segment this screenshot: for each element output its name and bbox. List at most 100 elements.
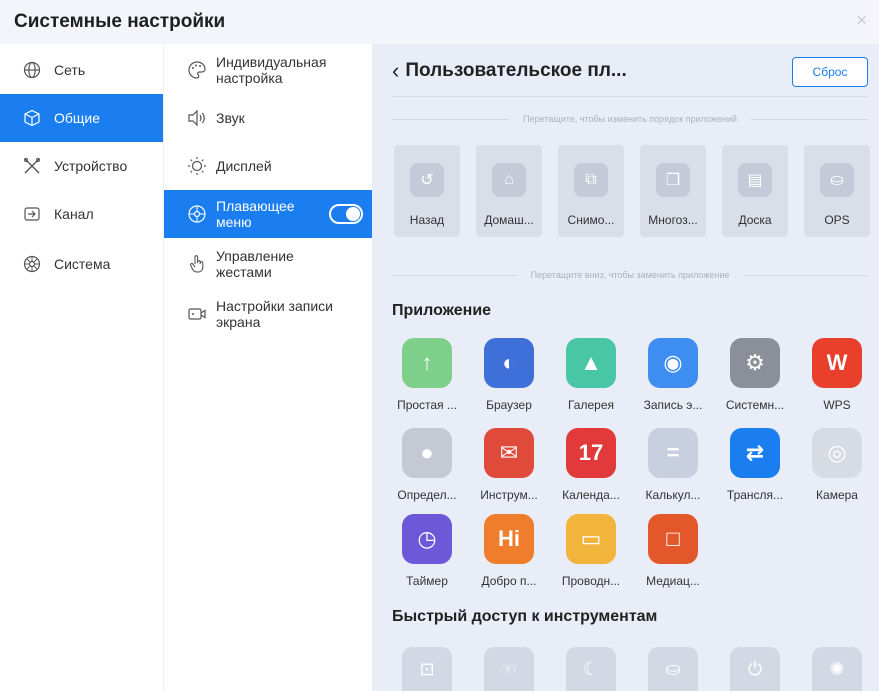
nav2-item-screen-record[interactable]: Настройки записи экрана: [164, 290, 373, 338]
app-tile[interactable]: ↑ Простая ...: [386, 338, 468, 424]
nav-item-label: Общие: [54, 110, 101, 126]
flower-icon: [22, 254, 42, 274]
touch-tool-icon[interactable]: ☜: [484, 647, 534, 691]
app-tile[interactable]: ◎ Камера: [796, 428, 878, 514]
calendar-icon: 17: [566, 428, 616, 478]
app-label: Запись э...: [643, 398, 703, 412]
back-icon: ↺: [410, 163, 444, 197]
app-tile[interactable]: Hi Добро п...: [468, 514, 550, 600]
input-icon: [22, 204, 42, 224]
app-tile[interactable]: ▭ Проводн...: [550, 514, 632, 600]
app-tile[interactable]: ✉ Инструм...: [468, 428, 550, 514]
ops-tool-icon[interactable]: ⛀: [648, 647, 698, 691]
menu-slot-label: Доска: [738, 213, 772, 227]
board-icon: ▤: [738, 163, 772, 197]
close-icon[interactable]: ×: [856, 10, 867, 31]
gallery-icon: ▲: [566, 338, 616, 388]
browser-icon: ◐: [484, 338, 534, 388]
app-label: Галерея: [567, 398, 615, 412]
app-label: Камера: [816, 488, 858, 502]
wps-icon: W: [812, 338, 862, 388]
nav2-item-label: Плавающее меню: [216, 198, 295, 230]
app-label: Добро п...: [481, 574, 537, 588]
menu-slot[interactable]: ⌂ Домаш...: [476, 145, 542, 237]
app-tile[interactable]: ⇄ Трансля...: [714, 428, 796, 514]
menu-slot-label: Снимо...: [567, 213, 615, 227]
menu-slot[interactable]: ⧉ Снимо...: [558, 145, 624, 237]
crop-icon: ⧉: [574, 163, 608, 197]
nav2-item-gestures[interactable]: Управление жестами: [164, 240, 373, 288]
title-bar: Системные настройки ×: [0, 0, 879, 44]
app-tile[interactable]: W WPS: [796, 338, 878, 424]
hand-icon: [186, 253, 208, 275]
menu-slot[interactable]: ⛀ OPS: [804, 145, 870, 237]
nav-item-label: Система: [54, 256, 111, 272]
home-icon: ⌂: [492, 163, 526, 197]
menu-slot[interactable]: ↺ Назад: [394, 145, 460, 237]
reset-button[interactable]: Сброс: [792, 57, 868, 87]
media-icon: □: [648, 514, 698, 564]
sun-icon: [186, 155, 208, 177]
app-tile[interactable]: ◐ Браузер: [468, 338, 550, 424]
nav2-item-sound[interactable]: Звук: [164, 94, 373, 142]
replace-hint-text: Перетащите вниз, чтобы заменить приложен…: [530, 270, 730, 280]
app-label: Проводн...: [561, 574, 621, 588]
apps-section-title: Приложение: [392, 302, 492, 319]
app-label: WPS: [823, 398, 851, 412]
nav2-item-label: Управление жестами: [216, 248, 294, 280]
app-tile[interactable]: ● Определ...: [386, 428, 468, 514]
cast-icon: ⇄: [730, 428, 780, 478]
simple-app-icon: ↑: [402, 338, 452, 388]
app-tile[interactable]: ◷ Таймер: [386, 514, 468, 600]
app-tile[interactable]: = Калькул...: [632, 428, 714, 514]
calculator-icon: =: [648, 428, 698, 478]
nav2-item-label: Звук: [216, 110, 245, 126]
back-button[interactable]: ‹ Пользовательское пл...: [392, 58, 627, 84]
speaker-icon: [186, 107, 208, 129]
timer-icon: ◷: [402, 514, 452, 564]
app-label: Простая ...: [397, 398, 457, 412]
power-tool-icon[interactable]: ⏻: [730, 647, 780, 691]
menu-slot-label: OPS: [824, 213, 850, 227]
eye-care-tool-icon[interactable]: ☾: [566, 647, 616, 691]
nav-item-general[interactable]: Общие: [0, 94, 163, 142]
screen-record-icon: ◉: [648, 338, 698, 388]
nav2-item-floating-menu[interactable]: Плавающее меню: [164, 190, 373, 238]
float-menu-icon: [186, 203, 208, 225]
nav2-item-label: Индивидуальная настройка: [216, 54, 327, 86]
lock-tool-icon[interactable]: ⊡: [402, 647, 452, 691]
menu-slot-label: Домаш...: [484, 213, 534, 227]
camera-icon: ◎: [812, 428, 862, 478]
window-title: Системные настройки: [14, 11, 226, 32]
nav-item-system[interactable]: Система: [0, 240, 163, 288]
app-label: Инструм...: [480, 488, 538, 502]
app-label: Календа...: [562, 488, 620, 502]
app-tile[interactable]: ▲ Галерея: [550, 338, 632, 424]
floating-menu-toggle[interactable]: [329, 204, 363, 224]
nav-item-label: Сеть: [54, 62, 86, 78]
reorder-hint: Перетащите, чтобы изменить порядок прило…: [392, 114, 869, 124]
app-tile[interactable]: ◉ Запись э...: [632, 338, 714, 424]
app-label: Таймер: [406, 574, 448, 588]
page-title: Пользовательское пл...: [405, 60, 627, 81]
nav-item-label: Устройство: [54, 158, 128, 174]
chevron-left-icon: ‹: [392, 58, 400, 83]
nav-item-label: Канал: [54, 206, 94, 222]
multitask-icon: ❐: [656, 163, 690, 197]
nav-item-channel[interactable]: Канал: [0, 190, 163, 238]
menu-slot[interactable]: ▤ Доска: [722, 145, 788, 237]
nav-item-network[interactable]: Сеть: [0, 46, 163, 94]
primary-nav: Сеть Общие Устройство Канал Система: [0, 44, 163, 691]
nav2-item-personalization[interactable]: Индивидуальная настройка: [164, 48, 373, 92]
tools-section-title: Быстрый доступ к инструментам: [392, 608, 658, 625]
nav2-item-label: Настройки записи экрана: [216, 298, 333, 330]
app-tile[interactable]: □ Медиац...: [632, 514, 714, 600]
secondary-nav: Индивидуальная настройка Звук Дисплей Пл…: [163, 44, 373, 691]
detect-icon: ●: [402, 428, 452, 478]
menu-slot[interactable]: ❐ Многоз...: [640, 145, 706, 237]
nav-item-device[interactable]: Устройство: [0, 142, 163, 190]
nav2-item-display[interactable]: Дисплей: [164, 142, 373, 190]
app-tile[interactable]: ⚙ Системн...: [714, 338, 796, 424]
more-tool-icon[interactable]: ✺: [812, 647, 862, 691]
app-tile[interactable]: 17 Календа...: [550, 428, 632, 514]
